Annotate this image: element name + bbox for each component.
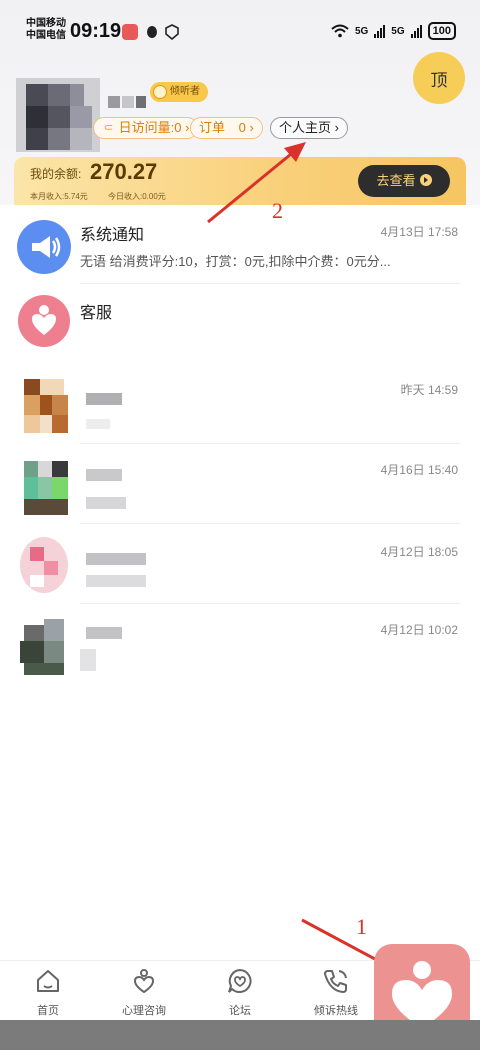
nav-item-home[interactable]: 首页 bbox=[8, 967, 88, 1018]
message-title-blurred bbox=[86, 627, 122, 639]
megaphone-icon bbox=[17, 220, 71, 274]
monthly-income: 本月收入:5.74元 bbox=[30, 192, 88, 201]
divider bbox=[80, 283, 460, 284]
chevron-right-icon: › bbox=[334, 120, 339, 135]
divider bbox=[80, 523, 460, 524]
balance-label: 我的余额: bbox=[30, 167, 82, 181]
balance-value: 270.27 bbox=[90, 159, 158, 184]
nav-label-home: 首页 bbox=[37, 1005, 59, 1017]
daily-visits-label: 日访问量:0 bbox=[118, 120, 182, 135]
list-item-customer-service[interactable]: 客服 bbox=[0, 285, 480, 363]
network-label-1: 5G bbox=[354, 25, 369, 37]
carrier-1: 中国移动 bbox=[26, 18, 66, 29]
system-gesture-bar bbox=[0, 1020, 480, 1050]
contact-avatar bbox=[16, 379, 72, 435]
wifi-icon bbox=[331, 24, 349, 38]
annotation-marker-2: 2 bbox=[272, 198, 283, 223]
listener-badge-label: 倾听者 bbox=[170, 86, 200, 97]
contact-avatar bbox=[16, 537, 72, 593]
chevron-right-icon: › bbox=[185, 120, 190, 135]
listener-badge: 倾听者 bbox=[150, 82, 208, 102]
view-balance-button[interactable]: 去查看 bbox=[358, 165, 450, 197]
message-title-blurred bbox=[86, 393, 122, 405]
status-bar: 中国移动 中国电信 09:19 5G 5G 100 bbox=[0, 0, 480, 60]
pin-top-button[interactable]: 顶 bbox=[413, 52, 465, 104]
message-title: 系统通知 bbox=[80, 227, 145, 244]
list-item[interactable]: 4月12日 18:05 bbox=[0, 525, 480, 605]
divider bbox=[80, 443, 460, 444]
nav-item-consult[interactable]: 心理咨询 bbox=[104, 967, 184, 1018]
message-time: 4月16日 15:40 bbox=[380, 463, 458, 477]
today-income: 今日收入:0.00元 bbox=[108, 192, 166, 201]
contact-avatar bbox=[16, 461, 72, 517]
message-preview-blurred bbox=[86, 575, 146, 587]
message-title: 客服 bbox=[80, 305, 113, 322]
user-avatar[interactable] bbox=[16, 78, 100, 152]
message-preview: 无语 给消费评分:10，打赏：0元,扣除中介费：0元分... bbox=[80, 254, 391, 269]
daily-visits-icon: ⸦ bbox=[102, 120, 116, 135]
message-preview-blurred bbox=[86, 419, 110, 429]
list-item[interactable]: 4月16日 15:40 bbox=[0, 445, 480, 525]
listener-badge-icon bbox=[153, 85, 167, 99]
message-time: 4月13日 17:58 bbox=[380, 225, 458, 239]
carrier-info: 中国移动 中国电信 bbox=[26, 18, 66, 42]
annotation-marker-1: 1 bbox=[356, 914, 367, 939]
message-time: 4月12日 18:05 bbox=[380, 545, 458, 559]
carrier-2: 中国电信 bbox=[26, 30, 66, 41]
signal-icon-1 bbox=[374, 24, 386, 38]
nav-label-consult: 心理咨询 bbox=[122, 1005, 166, 1017]
network-label-2: 5G bbox=[391, 25, 405, 37]
nav-label-hotline: 倾诉热线 bbox=[314, 1005, 358, 1017]
nav-label-forum: 论坛 bbox=[229, 1005, 251, 1017]
message-time: 昨天 14:59 bbox=[400, 383, 458, 397]
message-preview-blurred bbox=[86, 497, 126, 509]
status-time: 09:19 bbox=[70, 20, 122, 42]
status-right: 5G 5G 100 bbox=[331, 22, 456, 40]
shield-icon bbox=[165, 24, 179, 40]
signal-icon-2 bbox=[410, 24, 422, 38]
annotation-arrow-2 bbox=[207, 142, 306, 224]
view-balance-label: 去查看 bbox=[376, 173, 416, 188]
message-title-blurred bbox=[86, 553, 146, 565]
home-icon bbox=[37, 970, 59, 992]
list-item[interactable]: 4月12日 10:02 bbox=[0, 605, 480, 685]
heart-service-icon bbox=[18, 295, 70, 347]
nav-item-forum[interactable]: 论坛 bbox=[200, 967, 280, 1018]
arrow-right-icon bbox=[419, 174, 432, 186]
consult-icon bbox=[133, 969, 155, 994]
qq-icon bbox=[147, 26, 157, 38]
nav-item-hotline[interactable]: 倾诉热线 bbox=[296, 967, 376, 1018]
contact-avatar bbox=[16, 619, 72, 675]
divider bbox=[80, 603, 460, 604]
message-preview-blurred bbox=[80, 649, 96, 671]
message-title-blurred bbox=[86, 469, 122, 481]
phone-icon bbox=[324, 970, 347, 993]
app-notification-icon bbox=[122, 24, 138, 40]
message-time: 4月12日 10:02 bbox=[380, 623, 458, 637]
battery-icon: 100 bbox=[427, 22, 456, 40]
list-item[interactable]: 昨天 14:59 bbox=[0, 365, 480, 445]
daily-visits-pill[interactable]: ⸦ 日访问量:0 › bbox=[93, 117, 199, 139]
username-blurred bbox=[108, 96, 148, 108]
forum-icon bbox=[228, 968, 252, 993]
